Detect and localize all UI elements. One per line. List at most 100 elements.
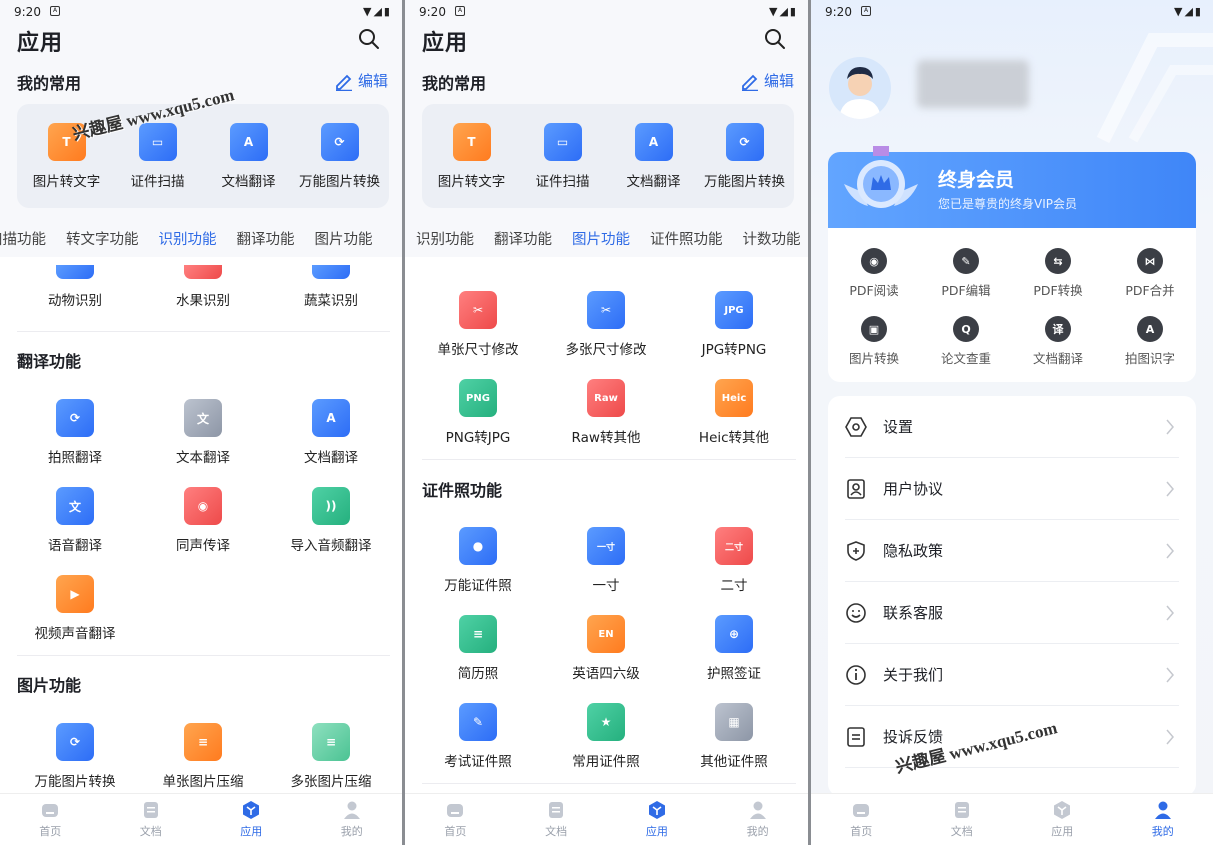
feature-item[interactable]: ⟳ 万能图片转换 bbox=[11, 723, 139, 790]
two-inch-photo-icon: 二寸 bbox=[715, 527, 753, 565]
favorite-label: 万能图片转换 bbox=[704, 173, 785, 190]
vip-tool[interactable]: ✎ PDF编辑 bbox=[920, 248, 1012, 316]
menu-item-privacy[interactable]: 隐私政策 bbox=[845, 520, 1179, 582]
search-icon[interactable] bbox=[358, 28, 380, 50]
tab-translate[interactable]: 翻译功能 bbox=[494, 228, 552, 256]
feature-item[interactable]: Heic Heic转其他 bbox=[670, 379, 798, 446]
menu-label: 关于我们 bbox=[883, 666, 944, 684]
menu-item-user-agreement[interactable]: 用户协议 bbox=[845, 458, 1179, 520]
tabbar-documents[interactable]: 文档 bbox=[101, 794, 202, 845]
vip-tool[interactable]: ⋈ PDF合并 bbox=[1104, 248, 1196, 316]
menu-item-settings[interactable]: 设置 bbox=[845, 396, 1179, 458]
vip-tool[interactable]: A 拍图识字 bbox=[1104, 316, 1196, 384]
feature-item[interactable]: EN 英语四六级 bbox=[542, 615, 670, 682]
feedback-icon bbox=[847, 726, 865, 747]
favorite-item[interactable]: ⟳ 万能图片转换 bbox=[700, 122, 790, 190]
chevron-right-icon bbox=[1166, 419, 1174, 435]
feature-item[interactable]: 二寸 二寸 bbox=[670, 527, 798, 594]
favorite-item[interactable]: A 文档翻译 bbox=[204, 122, 294, 190]
feature-label: 导入音频翻译 bbox=[290, 538, 372, 554]
tabbar-profile[interactable]: 我的 bbox=[1113, 794, 1213, 845]
feature-item[interactable]: ★ 常用证件照 bbox=[542, 703, 670, 770]
feature-item[interactable]: PNG PNG转JPG bbox=[414, 379, 542, 446]
vip-subtitle: 您已是尊贵的终身VIP会员 bbox=[938, 197, 1077, 211]
feature-item[interactable]: )) 导入音频翻译 bbox=[267, 487, 395, 554]
tab-image[interactable]: 图片功能 bbox=[315, 228, 373, 256]
feature-item[interactable]: ≡ 简历照 bbox=[414, 615, 542, 682]
tabbar-apps[interactable]: 应用 bbox=[607, 794, 708, 845]
id-scan-icon: ▭ bbox=[138, 122, 177, 161]
vip-tools-grid: ◉ PDF阅读 ✎ PDF编辑 ⇆ PDF转换 ⋈ PDF合并 ▣ 图片转换 Q 论文查重 … bbox=[828, 228, 1196, 382]
feature-item[interactable]: 文语音翻译 bbox=[11, 487, 139, 554]
privacy-icon bbox=[847, 540, 865, 561]
feature-item[interactable]: ▦ 其他证件照 bbox=[670, 703, 798, 770]
feature-item[interactable]: 一寸 一寸 bbox=[542, 527, 670, 594]
feature-item[interactable]: Raw Raw转其他 bbox=[542, 379, 670, 446]
tabbar-apps[interactable]: 应用 bbox=[1012, 794, 1113, 845]
tabbar-home[interactable]: 首页 bbox=[0, 794, 101, 845]
user-avatar-icon bbox=[839, 67, 881, 119]
vip-tool[interactable]: ▣ 图片转换 bbox=[828, 316, 920, 384]
common-photo-icon: ★ bbox=[587, 703, 625, 741]
feature-item[interactable]: 蔬菜识别 bbox=[267, 265, 395, 309]
tab-recognize[interactable]: 识别功能 bbox=[416, 228, 474, 256]
avatar[interactable] bbox=[829, 57, 891, 119]
feature-item[interactable]: 文文本翻译 bbox=[139, 399, 267, 466]
feature-item[interactable]: ◉ 同声传译 bbox=[139, 487, 267, 554]
tabbar-documents[interactable]: 文档 bbox=[506, 794, 607, 845]
feature-item[interactable]: 水果识别 bbox=[139, 265, 267, 309]
feature-item[interactable]: ≡ 单张图片压缩 bbox=[139, 723, 267, 790]
tab-to-text[interactable]: 转文字功能 bbox=[66, 228, 139, 256]
tab-image[interactable]: 图片功能 bbox=[572, 228, 630, 256]
chevron-right-icon bbox=[1166, 605, 1174, 621]
idphoto-row: ≡ 简历照 EN 英语四六级 ⊕ 护照签证 bbox=[414, 615, 808, 682]
favorite-item[interactable]: ▭ 证件扫描 bbox=[113, 122, 203, 190]
feature-item[interactable]: ⊕ 护照签证 bbox=[670, 615, 798, 682]
status-icons: ▼◢▮ bbox=[1174, 5, 1203, 18]
feature-item[interactable]: ✂ 单张尺寸修改 bbox=[414, 291, 542, 358]
favorite-item[interactable]: ▭ 证件扫描 bbox=[518, 122, 608, 190]
translate-row: ⟳ 拍照翻译 文文本翻译 A 文档翻译 bbox=[11, 399, 402, 466]
feature-label: 护照签证 bbox=[707, 666, 761, 682]
feature-item[interactable]: ▶ 视频声音翻译 bbox=[11, 575, 139, 642]
tab-count[interactable]: 计数功能 bbox=[743, 228, 801, 256]
vip-tool-label: 图片转换 bbox=[848, 351, 899, 366]
tab-translate[interactable]: 翻译功能 bbox=[237, 228, 295, 256]
image-convert-icon: ⟳ bbox=[320, 122, 359, 161]
vip-tool[interactable]: ◉ PDF阅读 bbox=[828, 248, 920, 316]
feature-item[interactable]: ● 万能证件照 bbox=[414, 527, 542, 594]
menu-item-customer-service[interactable]: 联系客服 bbox=[845, 582, 1179, 644]
feature-item[interactable]: 动物识别 bbox=[11, 265, 139, 309]
vip-tool[interactable]: Q 论文查重 bbox=[920, 316, 1012, 384]
tabbar-apps[interactable]: 应用 bbox=[201, 794, 302, 845]
bottom-tab-bar: 首页 文档 应用 我的 bbox=[405, 793, 808, 845]
tabbar-home[interactable]: 首页 bbox=[405, 794, 506, 845]
tabbar-profile[interactable]: 我的 bbox=[707, 794, 808, 845]
feature-item[interactable]: ✎ 考试证件照 bbox=[414, 703, 542, 770]
feature-item[interactable]: ⟳ 拍照翻译 bbox=[11, 399, 139, 466]
feature-item[interactable]: JPG JPG转PNG bbox=[670, 291, 798, 358]
feature-item[interactable]: ≡ 多张图片压缩 bbox=[267, 723, 395, 790]
vip-tool[interactable]: ⇆ PDF转换 bbox=[1012, 248, 1104, 316]
tab-scan[interactable]: 扫描功能 bbox=[0, 228, 46, 256]
vip-tool[interactable]: 译文档翻译 bbox=[1012, 316, 1104, 384]
tabbar-label: 文档 bbox=[545, 825, 568, 838]
search-icon[interactable] bbox=[764, 28, 786, 50]
vip-banner[interactable]: 终身会员 您已是尊贵的终身VIP会员 bbox=[828, 146, 1196, 228]
favorite-label: 图片转文字 bbox=[437, 173, 506, 190]
feature-item[interactable]: A 文档翻译 bbox=[267, 399, 395, 466]
tab-id-photo[interactable]: 证件照功能 bbox=[650, 228, 723, 256]
edit-button[interactable]: 编辑 bbox=[334, 70, 388, 91]
tabbar-home[interactable]: 首页 bbox=[811, 794, 912, 845]
swap-icon: ⇆ bbox=[1045, 248, 1071, 274]
favorite-item[interactable]: A 文档翻译 bbox=[609, 122, 699, 190]
menu-item-about[interactable]: 关于我们 bbox=[845, 644, 1179, 706]
favorite-item[interactable]: T 图片转文字 bbox=[427, 122, 517, 190]
tabbar-profile[interactable]: 我的 bbox=[302, 794, 403, 845]
menu-label: 设置 bbox=[883, 418, 914, 436]
favorite-item[interactable]: ⟳ 万能图片转换 bbox=[295, 122, 385, 190]
edit-button[interactable]: 编辑 bbox=[740, 70, 794, 91]
feature-item[interactable]: ✂ 多张尺寸修改 bbox=[542, 291, 670, 358]
tab-recognize[interactable]: 识别功能 bbox=[159, 228, 217, 256]
tabbar-documents[interactable]: 文档 bbox=[912, 794, 1013, 845]
